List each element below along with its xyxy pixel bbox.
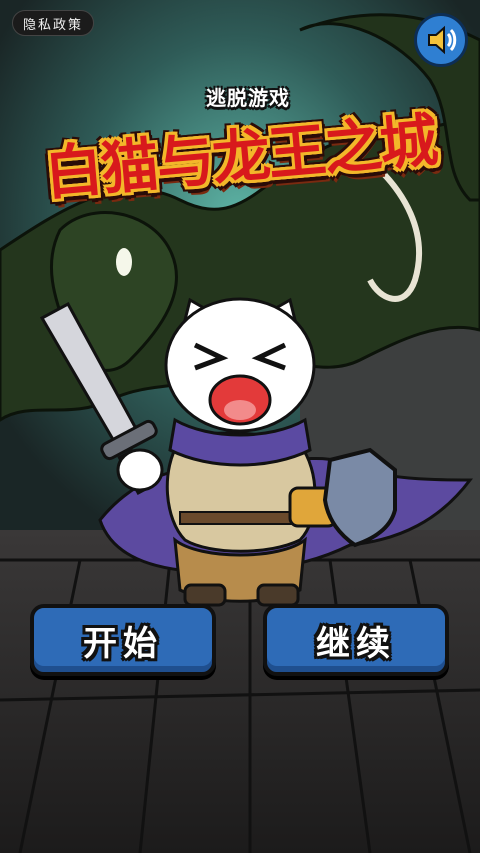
continue-button[interactable]: 继续 (263, 604, 449, 676)
start-button-label: 开始 (83, 623, 163, 664)
belt (179, 511, 301, 525)
boot-right (256, 583, 300, 607)
privacy-policy-link[interactable]: 隐私政策 (12, 10, 95, 36)
cat-paw (116, 448, 164, 492)
sound-toggle-button[interactable] (414, 13, 468, 67)
speaker-icon (428, 25, 457, 55)
cat-head (164, 297, 316, 433)
continue-button-label: 继续 (316, 623, 396, 664)
start-button[interactable]: 开始 (30, 604, 216, 676)
dragon-eye (116, 248, 132, 276)
boot-left (183, 583, 227, 607)
